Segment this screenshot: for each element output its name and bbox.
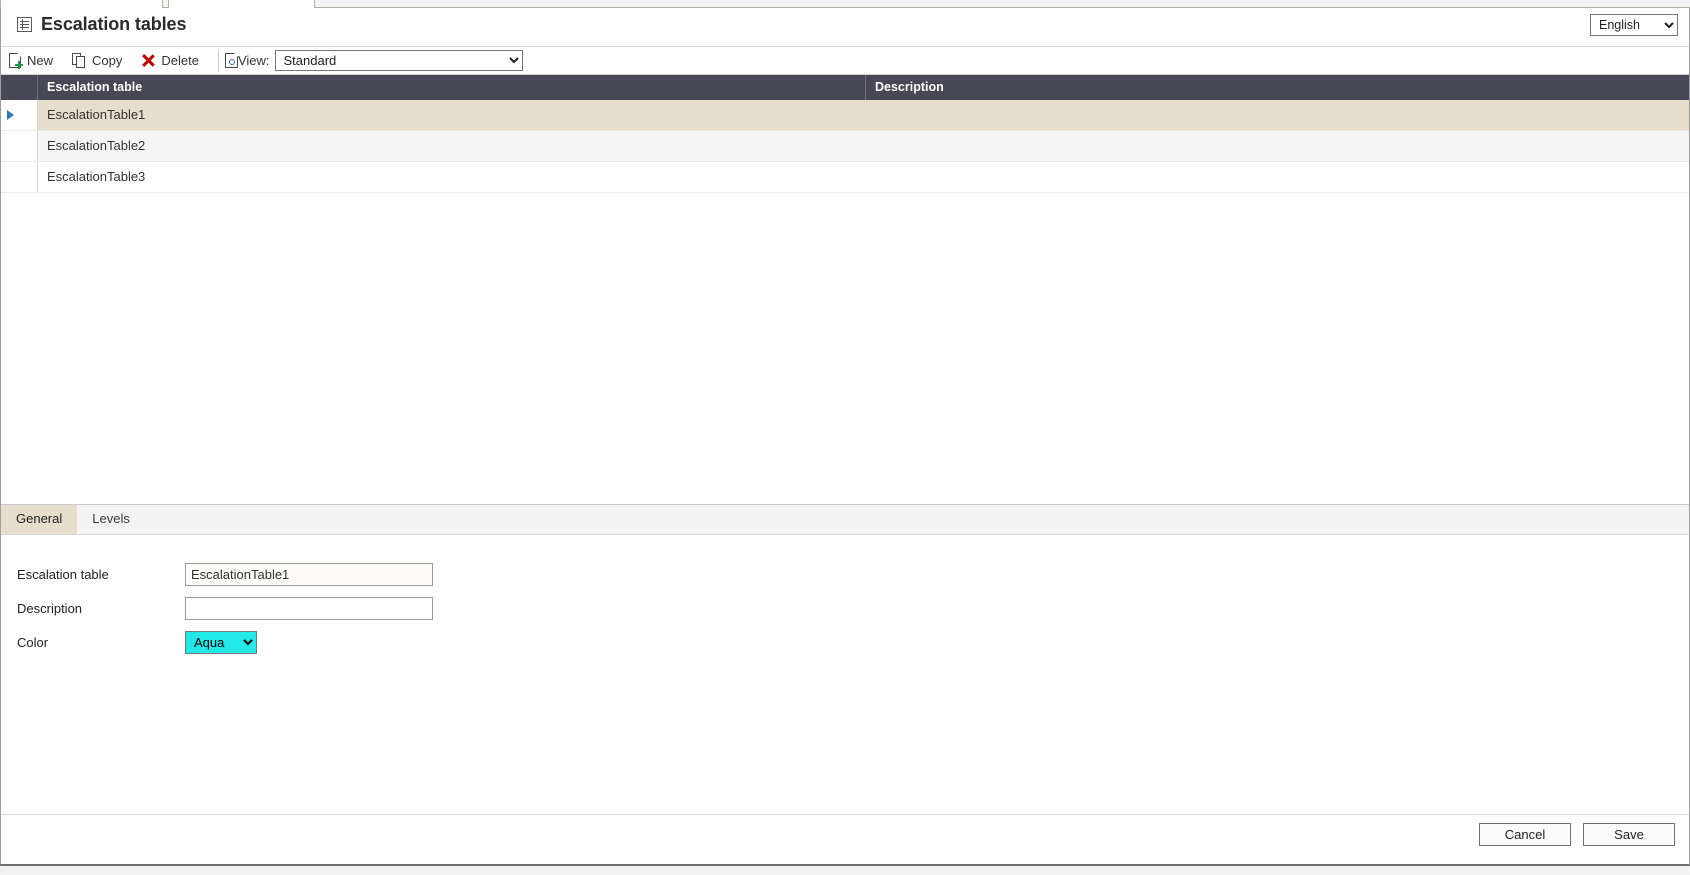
detail-tab-strip: General Levels: [1, 504, 1689, 535]
form-row-color: Color Aqua: [1, 625, 1689, 659]
color-label: Color: [17, 634, 49, 650]
escalation-table-input[interactable]: [185, 562, 433, 586]
new-document-icon: [9, 52, 23, 69]
row-marker-cell: [1, 162, 38, 192]
escalation-tables-grid: Escalation table Description EscalationT…: [1, 75, 1689, 505]
row-marker-cell: [1, 131, 38, 161]
copy-button[interactable]: Copy: [64, 49, 133, 73]
view-select[interactable]: Standard: [274, 50, 523, 71]
description-input[interactable]: [185, 596, 433, 620]
copy-button-label: Copy: [92, 53, 123, 68]
cell-description: [866, 100, 1689, 130]
cell-escalation-table: EscalationTable3: [47, 169, 146, 184]
table-row[interactable]: EscalationTable2: [1, 131, 1689, 162]
tab-strip: [0, 0, 1690, 8]
tab-general[interactable]: General: [1, 504, 78, 534]
color-select[interactable]: Aqua: [185, 630, 257, 654]
new-button-label: New: [27, 53, 54, 68]
tab-levels[interactable]: Levels: [77, 504, 145, 534]
cell-description: [866, 131, 1689, 161]
toolbar: New Copy Delete View: Standard: [1, 47, 1689, 75]
cell-escalation-table: EscalationTable1: [47, 107, 146, 122]
grid-header-row: Escalation table Description: [1, 75, 1689, 100]
grid-empty-area: [1, 193, 1689, 474]
application-window: Escalation tables English New Copy Delet…: [0, 8, 1690, 865]
status-strip: [0, 865, 1690, 875]
cell-description: [866, 162, 1689, 192]
grid-header-marker-cell: [1, 75, 38, 100]
delete-x-icon: [141, 54, 155, 68]
page-title: Escalation tables: [41, 14, 187, 34]
copy-document-icon: [72, 53, 86, 68]
grid-header-description[interactable]: Description: [866, 75, 1689, 100]
grid-header-escalation-table[interactable]: Escalation table: [38, 75, 866, 100]
new-button[interactable]: New: [1, 49, 64, 73]
view-label: View:: [237, 53, 270, 68]
row-marker-cell: [1, 100, 38, 130]
save-button[interactable]: Save: [1583, 823, 1675, 846]
page-title-group: Escalation tables: [17, 14, 186, 35]
grid-table-icon: [17, 17, 32, 32]
cancel-button[interactable]: Cancel: [1479, 823, 1571, 846]
form-row-description: Description: [1, 591, 1689, 625]
table-row[interactable]: EscalationTable3: [1, 162, 1689, 193]
language-select[interactable]: English: [1590, 14, 1678, 36]
title-bar: Escalation tables English: [1, 8, 1689, 47]
description-label: Description: [17, 600, 83, 616]
delete-button[interactable]: Delete: [133, 49, 210, 73]
row-selected-arrow-icon: [7, 110, 14, 120]
detail-form: Escalation table Description Color Aqua: [1, 535, 1689, 826]
dialog-footer: Cancel Save: [1, 814, 1689, 854]
tab-stub-left[interactable]: [0, 0, 163, 8]
form-row-escalation-table: Escalation table: [1, 557, 1689, 591]
escalation-table-label: Escalation table: [17, 566, 109, 582]
toolbar-separator: [217, 49, 219, 72]
tab-stub-right[interactable]: [168, 0, 315, 8]
table-row[interactable]: EscalationTable1: [1, 100, 1689, 131]
cell-escalation-table: EscalationTable2: [47, 138, 146, 153]
delete-button-label: Delete: [161, 53, 199, 68]
view-document-icon: [224, 52, 239, 68]
